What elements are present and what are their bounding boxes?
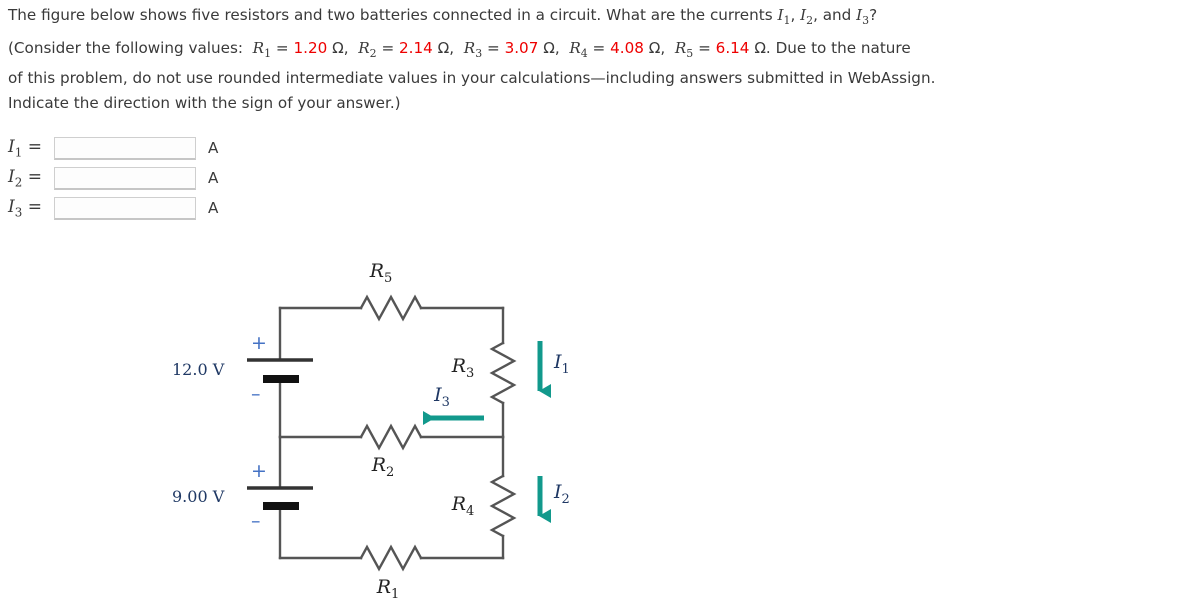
resistor-label-r5: R5 <box>369 260 393 286</box>
question-sep-1: , <box>790 6 801 24</box>
symbol-I1: I1 <box>777 6 791 28</box>
battery-9v-short-plate <box>263 502 299 510</box>
resistor-r2-zigzag <box>359 423 423 451</box>
symbol-I3: I3 <box>856 6 870 28</box>
answer-unit-i1: A <box>208 139 219 157</box>
answer-label-i2: I2 = <box>8 166 42 190</box>
question-tail-1: Due to the nature <box>775 39 911 58</box>
answer-label-i3: I3 = <box>8 196 42 220</box>
answer-input-i3[interactable] <box>54 196 196 220</box>
battery-9v-label: 9.00 V <box>172 487 225 506</box>
current-label-i1: I1 <box>553 351 570 377</box>
question-block: The figure below shows five resistors an… <box>8 4 1196 116</box>
battery-9v-minus-sign: – <box>251 510 261 532</box>
current-label-i3: I3 <box>433 384 450 410</box>
answer-row-i1: I1 = A <box>8 133 218 163</box>
answer-fields: I1 = A I2 = A I3 = A <box>8 133 218 223</box>
resistor-value-r3: R3 = 3.07 Ω, <box>463 39 560 61</box>
resistor-label-r2: R2 <box>371 454 395 480</box>
answer-unit-i2: A <box>208 169 219 187</box>
battery-12v-label: 12.0 V <box>172 360 225 379</box>
resistor-label-r1: R1 <box>376 576 400 600</box>
answer-row-i3: I3 = A <box>8 193 218 223</box>
battery-9v-plus-sign: + <box>251 460 267 482</box>
resistor-r4-zigzag <box>489 474 517 538</box>
answer-unit-i3: A <box>208 199 219 217</box>
battery-12v-minus-sign: – <box>251 383 261 405</box>
symbol-I2: I2 <box>800 6 814 28</box>
question-line-1: The figure below shows five resistors an… <box>8 4 1196 32</box>
question-line-1-end: ? <box>869 6 878 24</box>
battery-12v-short-plate <box>263 375 299 383</box>
question-sep-2: , and <box>813 6 857 24</box>
circuit-diagram: + – 12.0 V + – 9.00 V R5 R3 R2 R4 R1 I1 … <box>150 248 620 600</box>
resistor-label-r3: R3 <box>451 355 475 381</box>
resistor-r5-zigzag <box>359 294 423 322</box>
resistor-r3-zigzag <box>489 341 517 405</box>
battery-9v <box>247 486 313 510</box>
resistor-value-r4: R4 = 4.08 Ω, <box>569 39 666 61</box>
resistor-value-r2: R2 = 2.14 Ω, <box>358 39 455 61</box>
battery-12v-plus-sign: + <box>251 332 267 354</box>
question-paragraph: (Consider the following values: R1 = 1.2… <box>8 36 1196 66</box>
answer-row-i2: I2 = A <box>8 163 218 193</box>
resistor-label-r4: R4 <box>451 493 475 519</box>
question-line-1-text: The figure below shows five resistors an… <box>8 6 778 24</box>
answer-label-i1: I1 = <box>8 136 42 160</box>
current-label-i2: I2 <box>553 481 570 507</box>
answer-input-i2[interactable] <box>54 166 196 190</box>
resistor-value-r1: R1 = 1.20 Ω, <box>252 39 349 61</box>
consider-values-text: (Consider the following values: <box>8 39 244 58</box>
question-paragraph-line-3: Indicate the direction with the sign of … <box>8 94 401 113</box>
resistor-r1-zigzag <box>359 544 423 572</box>
question-paragraph-line-2: of this problem, do not use rounded inte… <box>8 69 936 88</box>
battery-12v <box>247 358 313 383</box>
resistor-value-r5: R5 = 6.14 Ω. <box>674 39 771 61</box>
answer-input-i1[interactable] <box>54 136 196 160</box>
